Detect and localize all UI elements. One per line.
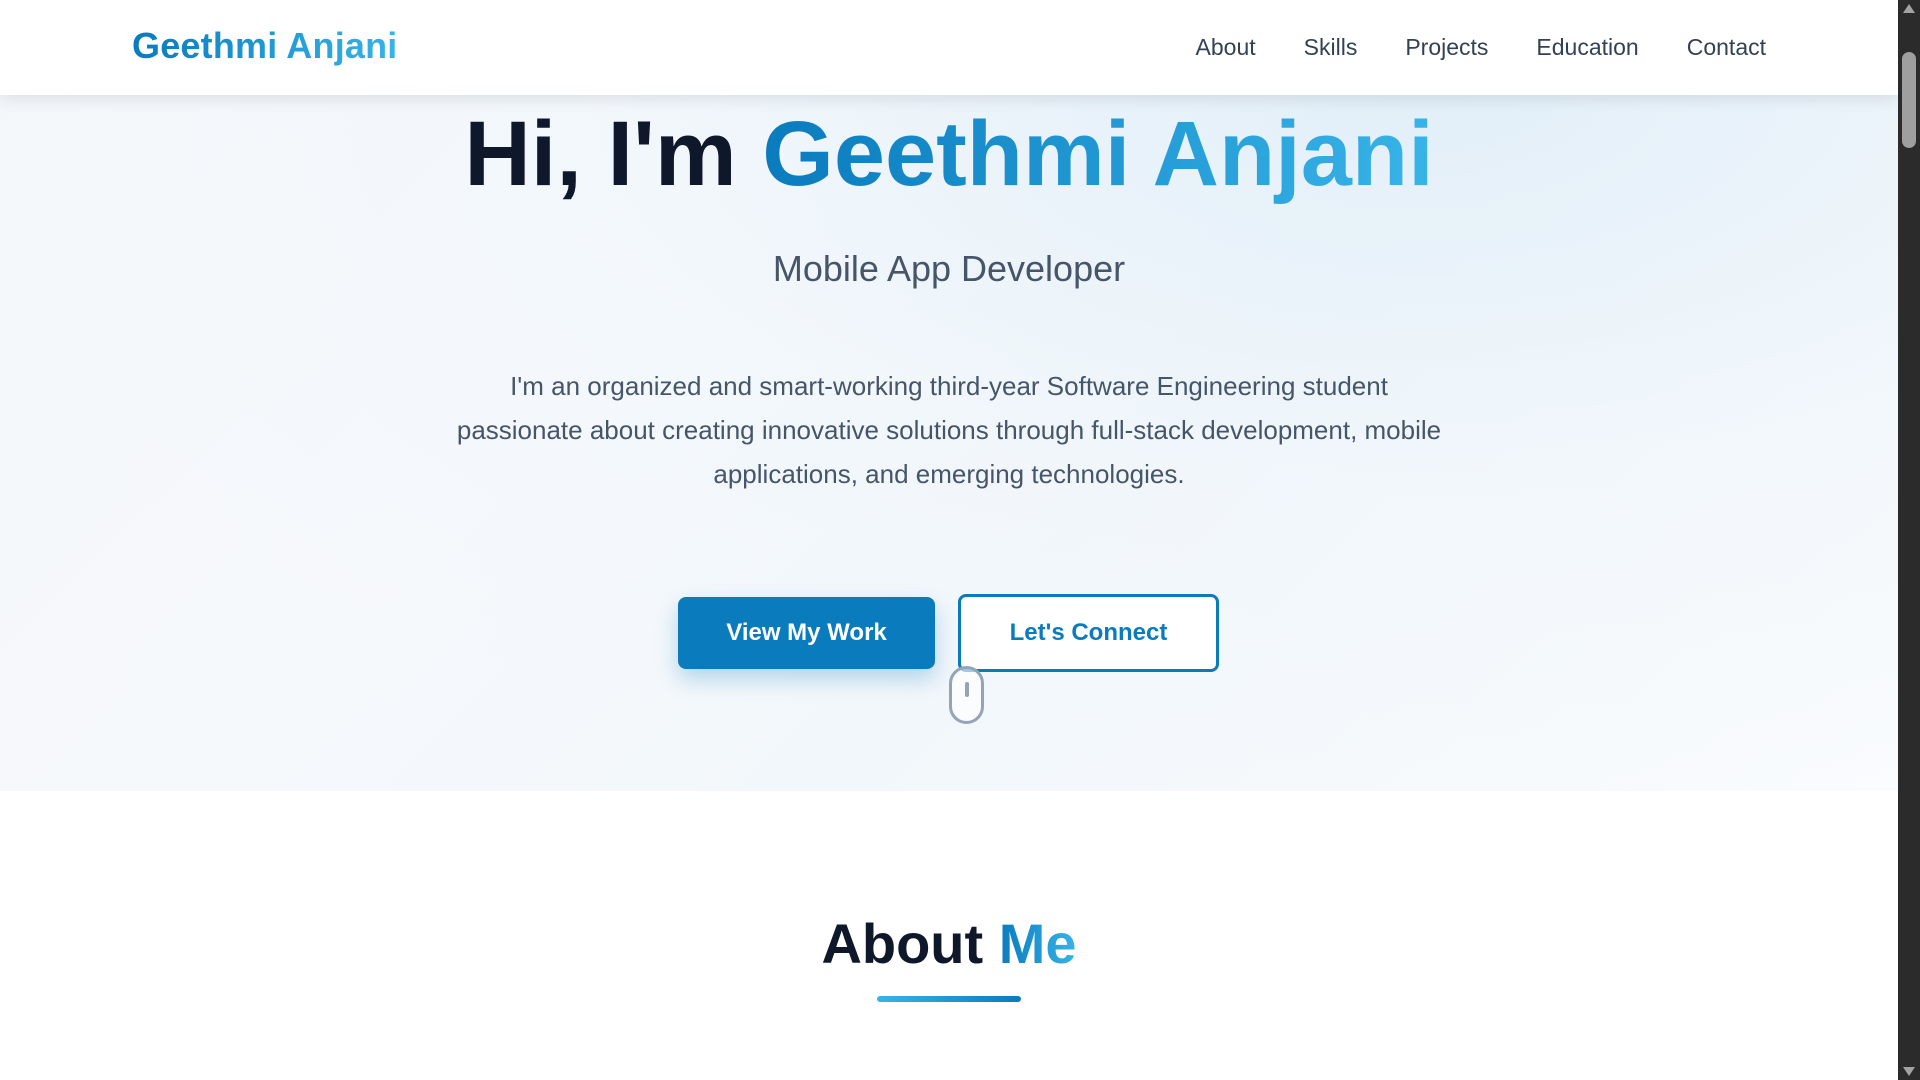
site-logo[interactable]: Geethmi Anjani <box>132 25 398 67</box>
hero-title: Hi, I'm Geethmi Anjani <box>0 102 1898 208</box>
navbar: Geethmi Anjani About Skills Projects Edu… <box>0 0 1898 95</box>
lets-connect-button[interactable]: Let's Connect <box>958 594 1219 672</box>
nav-link-education[interactable]: Education <box>1536 34 1638 61</box>
scroll-up-arrow-icon[interactable] <box>1903 4 1915 13</box>
mouse-scroll-icon[interactable] <box>949 666 984 724</box>
about-title-main: About <box>821 912 999 975</box>
about-title: About Me <box>0 911 1898 976</box>
nav-link-about[interactable]: About <box>1196 34 1256 61</box>
hero-section: Hi, I'm Geethmi Anjani Mobile App Develo… <box>0 0 1898 791</box>
nav-link-contact[interactable]: Contact <box>1687 34 1766 61</box>
mouse-wheel <box>965 682 969 697</box>
hero-name: Geethmi Anjani <box>762 103 1434 205</box>
hero-description: I'm an organized and smart-working third… <box>456 371 1442 489</box>
page-viewport: Hi, I'm Geethmi Anjani Mobile App Develo… <box>0 0 1898 1080</box>
hero-greeting: Hi, I'm <box>464 103 763 205</box>
hero-subtitle: Mobile App Developer <box>772 248 1126 289</box>
nav-link-skills[interactable]: Skills <box>1304 34 1358 61</box>
scroll-down-arrow-icon[interactable] <box>1903 1067 1915 1076</box>
about-section: About Me <box>0 791 1898 1080</box>
about-title-underline <box>877 996 1021 1002</box>
vertical-scrollbar[interactable] <box>1898 0 1920 1080</box>
nav-links: About Skills Projects Education Contact <box>1148 34 1766 61</box>
about-title-accent: Me <box>998 912 1077 975</box>
view-my-work-button[interactable]: View My Work <box>678 597 935 669</box>
nav-link-projects[interactable]: Projects <box>1405 34 1488 61</box>
scrollbar-thumb[interactable] <box>1902 52 1916 148</box>
